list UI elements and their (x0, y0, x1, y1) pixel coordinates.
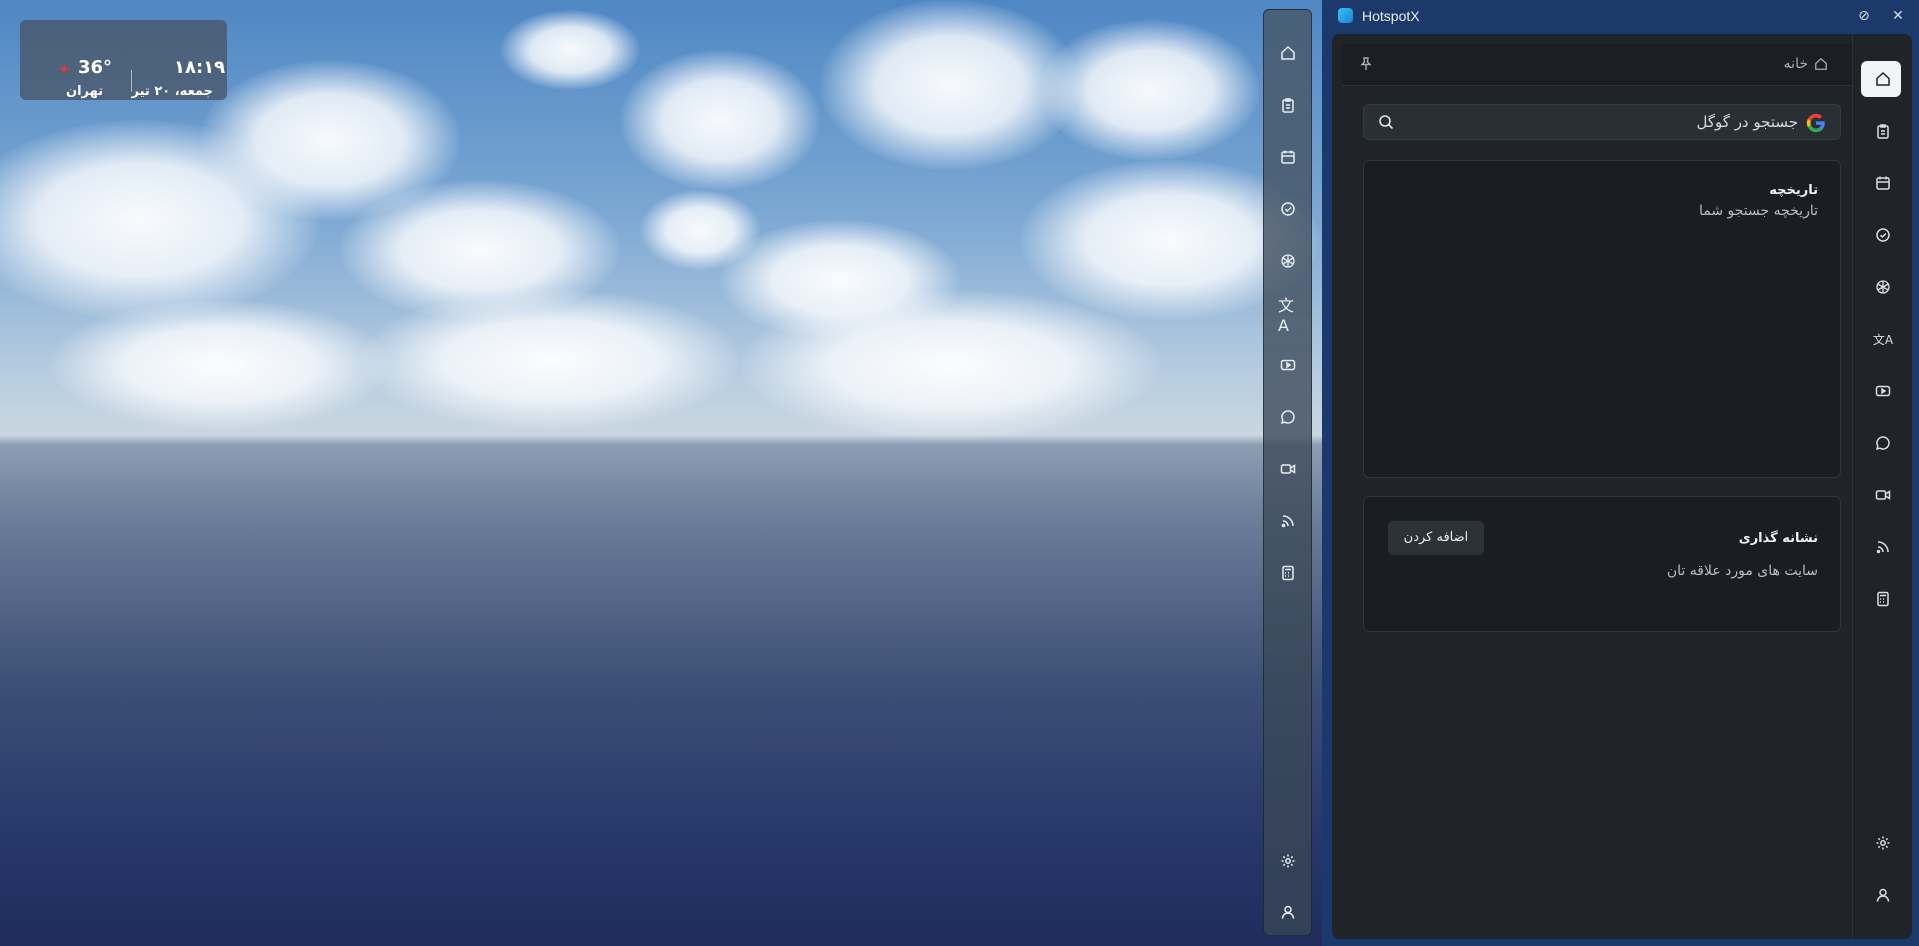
weather-widget[interactable]: ۱۸:۱۹ جمعه، ۲۰ تیر ☀ 36° تهران (20, 20, 227, 100)
widget-divider (131, 70, 132, 92)
calendar-icon[interactable] (1278, 147, 1298, 167)
window-title: HotspotX (1362, 8, 1420, 24)
temperature: 36° (78, 57, 113, 78)
youtube-icon[interactable] (1278, 355, 1298, 375)
app-frame: خانه جستجو در گوگل تاریخچه تاریخچه جستجو… (1332, 34, 1912, 939)
video-icon[interactable] (1278, 459, 1298, 479)
bookmarks-subtitle: سایت های مورد علاقه تان (1666, 563, 1818, 579)
google-icon (1806, 113, 1825, 133)
gear-icon[interactable] (1278, 851, 1298, 871)
home-icon[interactable] (1278, 43, 1298, 63)
check-circle-icon[interactable] (1278, 199, 1298, 219)
hotspotx-window: HotspotX ⊘ ✕ خانه جستجو در گوگل تاریخچه … (1322, 0, 1919, 946)
chat-icon[interactable] (1871, 431, 1895, 455)
search-placeholder: جستجو در گوگل (1696, 113, 1798, 131)
main-panel: خانه جستجو در گوگل تاریخچه تاریخچه جستجو… (1332, 34, 1852, 939)
clipboard-icon[interactable] (1278, 95, 1298, 115)
rss-icon[interactable] (1871, 535, 1895, 559)
user-icon[interactable] (1871, 883, 1895, 907)
calculator-icon[interactable] (1278, 563, 1298, 583)
sun-icon: ☀ (57, 60, 72, 79)
city-name: تهران (66, 84, 104, 99)
video-icon[interactable] (1871, 483, 1895, 507)
youtube-icon[interactable] (1871, 379, 1895, 403)
translate-icon[interactable]: 文A (1278, 296, 1298, 335)
gear-icon[interactable] (1871, 831, 1895, 855)
chat-icon[interactable] (1278, 407, 1298, 427)
clock-date: جمعه، ۲۰ تیر (131, 84, 213, 99)
title-bar[interactable]: HotspotX ⊘ ✕ (1322, 0, 1919, 32)
breadcrumb-bar: خانه (1342, 44, 1852, 86)
bookmarks-title: نشانه گذاری (1738, 531, 1818, 546)
bookmarks-card: نشانه گذاری سایت های مورد علاقه تان اضاف… (1363, 496, 1841, 632)
add-bookmark-button[interactable]: اضافه کردن (1388, 521, 1484, 555)
check-circle-icon[interactable] (1871, 223, 1895, 247)
google-search-bar[interactable]: جستجو در گوگل (1363, 104, 1841, 140)
translate-icon[interactable]: 文A (1871, 327, 1895, 351)
history-title: تاریخچه (1769, 183, 1818, 198)
history-card: تاریخچه تاریخچه جستجو شما (1363, 160, 1841, 478)
breadcrumb-home: خانه (1783, 56, 1808, 72)
home-icon[interactable] (1871, 67, 1895, 91)
breadcrumb[interactable]: خانه (1784, 56, 1828, 72)
desktop-dock: 文A (1263, 9, 1312, 936)
app-sidebar: 文A (1852, 34, 1912, 939)
unpin-window-button[interactable]: ⊘ (1854, 6, 1874, 26)
clipboard-icon[interactable] (1871, 119, 1895, 143)
history-subtitle: تاریخچه جستجو شما (1698, 203, 1818, 219)
openai-icon[interactable] (1278, 251, 1298, 271)
rss-icon[interactable] (1278, 511, 1298, 531)
close-button[interactable]: ✕ (1888, 6, 1908, 26)
openai-icon[interactable] (1871, 275, 1895, 299)
calendar-icon[interactable] (1871, 171, 1895, 195)
clock-time: ۱۸:۱۹ (174, 57, 226, 78)
home-icon (1815, 57, 1827, 70)
app-logo-icon (1338, 8, 1353, 23)
pin-icon[interactable] (1358, 56, 1374, 76)
desktop-wallpaper (0, 0, 1322, 946)
user-icon[interactable] (1278, 902, 1298, 922)
search-icon[interactable] (1378, 114, 1394, 134)
calculator-icon[interactable] (1871, 587, 1895, 611)
